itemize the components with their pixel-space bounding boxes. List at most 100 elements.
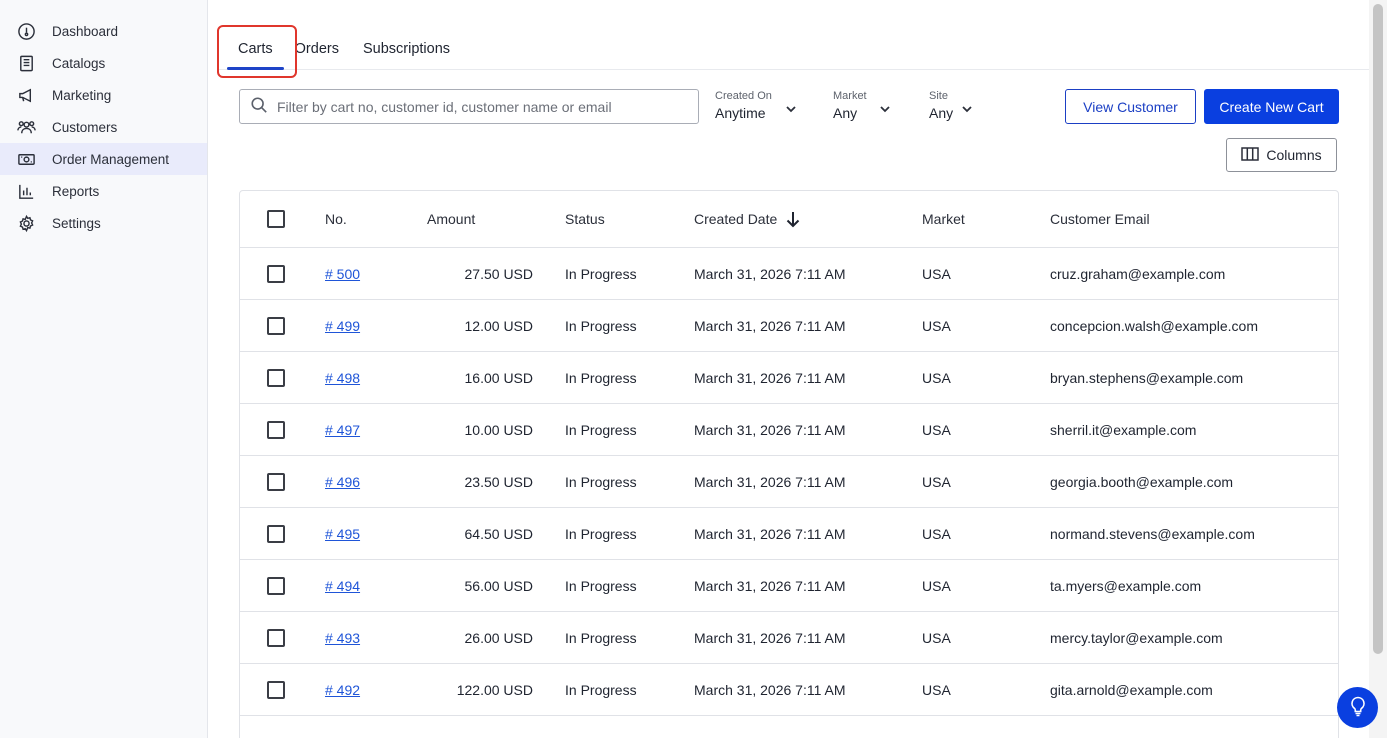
created-on-value: Anytime	[715, 105, 766, 121]
sidebar-item-customers[interactable]: Customers	[0, 111, 207, 143]
sidebar-item-label: Reports	[52, 183, 100, 199]
row-select-cell	[267, 456, 285, 507]
table-row: # 494 56.00 USD In Progress March 31, 2026 …	[240, 560, 1338, 612]
row-checkbox[interactable]	[267, 472, 285, 491]
customer-email-cell: georgia.booth@example.com	[1050, 473, 1234, 490]
sidebar-item-label: Customers	[52, 119, 118, 135]
cart-number-link[interactable]: # 500	[325, 266, 360, 282]
cart-number-link[interactable]: # 497	[325, 422, 360, 438]
row-checkbox[interactable]	[267, 316, 285, 335]
search-input[interactable]	[277, 98, 677, 115]
customer-email-cell: sherril.it@example.com	[1050, 421, 1197, 438]
sidebar-item-settings[interactable]: Settings	[0, 207, 207, 239]
table-row: # 493 26.00 USD In Progress March 31, 2026 …	[240, 612, 1338, 664]
created-date-cell: March 31, 2026 7:11 AM	[694, 369, 846, 386]
reports-icon	[17, 182, 36, 201]
sidebar-item-dashboard[interactable]: Dashboard	[0, 15, 207, 47]
cart-number-link[interactable]: # 499	[325, 318, 360, 334]
table-row: # 492 122.00 USD In Progress March 31, 2026…	[240, 664, 1338, 716]
sidebar-item-marketing[interactable]: Marketing	[0, 79, 207, 111]
row-checkbox[interactable]	[267, 628, 285, 647]
tab-orders[interactable]: Orders	[293, 30, 349, 68]
help-button[interactable]	[1337, 687, 1378, 728]
row-checkbox[interactable]	[267, 576, 285, 595]
row-checkbox[interactable]	[267, 368, 285, 387]
status-cell: In Progress	[565, 629, 637, 646]
header-status[interactable]: Status	[565, 191, 605, 247]
header-created-date[interactable]: Created Date	[694, 191, 801, 247]
customer-email-cell: gita.arnold@example.com	[1050, 681, 1213, 698]
row-checkbox[interactable]	[267, 264, 285, 283]
cart-number-cell: # 500	[325, 248, 360, 299]
cart-number-cell: # 496	[325, 456, 360, 507]
columns-icon	[1241, 146, 1266, 164]
market-cell: USA	[922, 421, 951, 438]
cart-number-link[interactable]: # 498	[325, 370, 360, 386]
status-cell: In Progress	[565, 265, 637, 282]
select-all-checkbox[interactable]	[267, 210, 285, 228]
created-date-cell: March 31, 2026 7:11 AM	[694, 629, 846, 646]
header-no[interactable]: No.	[325, 191, 347, 247]
cart-number-link[interactable]: # 493	[325, 630, 360, 646]
tab-carts[interactable]: Carts	[218, 30, 293, 70]
tab-subscriptions[interactable]: Subscriptions	[349, 30, 460, 68]
columns-button[interactable]: Columns	[1226, 138, 1337, 172]
market-value: Any	[833, 105, 858, 121]
created-date-cell: March 31, 2026 7:11 AM	[694, 473, 846, 490]
customer-email-cell: cruz.graham@example.com	[1050, 265, 1226, 282]
row-select-cell	[267, 612, 285, 663]
create-new-cart-button[interactable]: Create New Cart	[1204, 89, 1339, 124]
view-customer-button[interactable]: View Customer	[1065, 89, 1196, 124]
row-checkbox[interactable]	[267, 524, 285, 543]
cart-number-cell: # 492	[325, 664, 360, 715]
market-cell: USA	[922, 681, 951, 698]
sidebar-item-catalogs[interactable]: Catalogs	[0, 47, 207, 79]
row-select-cell	[267, 508, 285, 559]
header-amount[interactable]: Amount	[427, 191, 475, 247]
cart-number-link[interactable]: # 492	[325, 682, 360, 698]
row-select-cell	[267, 404, 285, 455]
status-cell: In Progress	[565, 317, 637, 334]
amount-cell: 26.00 USD	[464, 629, 533, 646]
customer-email-cell: concepcion.walsh@example.com	[1050, 317, 1258, 334]
sidebar-item-label: Order Management	[52, 151, 170, 167]
sidebar-item-order-management[interactable]: Order Management	[0, 143, 207, 175]
market-cell: USA	[922, 577, 951, 594]
market-cell: USA	[922, 525, 951, 542]
row-checkbox[interactable]	[267, 680, 285, 699]
scrollbar-thumb[interactable]	[1373, 4, 1383, 654]
chevron-down-icon	[961, 102, 973, 114]
site-filter[interactable]: Site Any	[929, 90, 972, 121]
amount-cell: 64.50 USD	[464, 525, 533, 542]
status-cell: In Progress	[565, 421, 637, 438]
scrollbar[interactable]	[1369, 0, 1387, 738]
cart-number-link[interactable]: # 496	[325, 474, 360, 490]
market-cell: USA	[922, 369, 951, 386]
market-cell: USA	[922, 473, 951, 490]
amount-cell: 16.00 USD	[464, 369, 533, 386]
catalog-icon	[17, 54, 36, 73]
status-cell: In Progress	[565, 369, 637, 386]
market-filter[interactable]: Market Any	[833, 90, 890, 121]
cart-number-cell: # 497	[325, 404, 360, 455]
row-checkbox[interactable]	[267, 420, 285, 439]
cart-number-link[interactable]: # 495	[325, 526, 360, 542]
chevron-down-icon	[785, 102, 797, 114]
sidebar-item-reports[interactable]: Reports	[0, 175, 207, 207]
sort-descending-icon[interactable]	[785, 210, 801, 228]
market-cell: USA	[922, 629, 951, 646]
cart-number-cell: # 494	[325, 560, 360, 611]
customer-email-cell: normand.stevens@example.com	[1050, 525, 1255, 542]
created-on-filter[interactable]: Created On Anytime	[715, 90, 796, 121]
header-market[interactable]: Market	[922, 191, 965, 247]
status-cell: In Progress	[565, 681, 637, 698]
amount-cell: 122.00 USD	[456, 681, 533, 698]
cart-number-link[interactable]: # 494	[325, 578, 360, 594]
amount-cell: 10.00 USD	[464, 421, 533, 438]
status-cell: In Progress	[565, 473, 637, 490]
header-customer-email[interactable]: Customer Email	[1050, 191, 1150, 247]
select-all-cell	[267, 191, 285, 247]
lightbulb-icon	[1347, 695, 1369, 720]
search-field[interactable]	[239, 89, 699, 124]
customer-email-cell: mercy.taylor@example.com	[1050, 629, 1223, 646]
